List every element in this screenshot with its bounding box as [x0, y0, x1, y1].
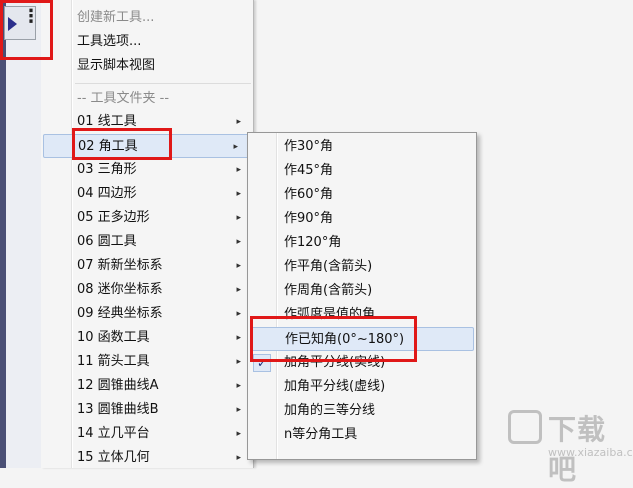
folder-label: 06 圆工具 — [77, 234, 137, 249]
folder-label: 07 新新坐标系 — [77, 258, 163, 273]
folder-label: 10 函数工具 — [77, 330, 150, 345]
folder-item[interactable]: 09 经典坐标系 ▸ — [41, 302, 253, 326]
submenu-item-label: 加角平分线(虚线) — [284, 379, 386, 394]
toolbar-edge-strip — [0, 0, 6, 468]
menu-item-label: 创建新工具... — [77, 10, 155, 25]
menu-separator — [75, 83, 251, 84]
submenu-arrow-icon: ▸ — [233, 142, 238, 152]
submenu-arrow-icon: ▸ — [236, 381, 241, 391]
submenu-arrow-icon: ▸ — [236, 117, 241, 127]
play-triangle-icon — [8, 17, 17, 31]
menu-item-show-script-view[interactable]: 显示脚本视图 — [41, 54, 253, 78]
submenu-item-label: 作平角(含箭头) — [284, 259, 373, 274]
folder-item[interactable]: 03 三角形 ▸ — [41, 158, 253, 182]
submenu-item-label: 加角平分线(实线) — [284, 355, 386, 370]
submenu-item-label: 作弧度是值的角 — [284, 307, 376, 322]
submenu-arrow-icon: ▸ — [236, 165, 241, 175]
submenu-item[interactable]: 作周角(含箭头) — [248, 279, 476, 303]
submenu-item[interactable]: 加角的三等分线 — [248, 399, 476, 423]
submenu-item[interactable]: 作120°角 — [248, 231, 476, 255]
folder-label: 05 正多边形 — [77, 210, 150, 225]
menu-item-label: 工具选项... — [77, 34, 142, 49]
angle-tools-submenu: 作30°角 作45°角 作60°角 作90°角 作120°角 作平角(含箭头) … — [247, 132, 477, 460]
submenu-item-label: 作30°角 — [284, 139, 334, 154]
folder-item[interactable]: 01 线工具 ▸ — [41, 110, 253, 134]
more-dots-icon: ⋮ — [22, 6, 40, 27]
folder-item[interactable]: 15 立体几何 ▸ — [41, 446, 253, 470]
submenu-item[interactable]: 作弧度是值的角 — [248, 303, 476, 327]
submenu-item[interactable]: 作平角(含箭头) — [248, 255, 476, 279]
folder-item[interactable]: 06 圆工具 ▸ — [41, 230, 253, 254]
submenu-item-label: 作周角(含箭头) — [284, 283, 373, 298]
submenu-arrow-icon: ▸ — [236, 309, 241, 319]
submenu-item-label: 作90°角 — [284, 211, 334, 226]
folder-label: 13 圆锥曲线B — [77, 402, 159, 417]
submenu-item[interactable]: n等分角工具 — [248, 423, 476, 447]
watermark-url: www.xiazaiba.com — [548, 446, 633, 459]
custom-tools-menu: 创建新工具... 工具选项... 显示脚本视图 -- 工具文件夹 -- 01 线… — [41, 0, 254, 468]
submenu-arrow-icon: ▸ — [236, 357, 241, 367]
left-toolbar: ⋮ — [0, 0, 42, 468]
submenu-item[interactable]: 加角平分线(虚线) — [248, 375, 476, 399]
submenu-item-label: 作已知角(0°~180°) — [285, 332, 405, 347]
submenu-item[interactable]: 作60°角 — [248, 183, 476, 207]
folder-label: 11 箭头工具 — [77, 354, 150, 369]
folder-item[interactable]: 10 函数工具 ▸ — [41, 326, 253, 350]
submenu-item[interactable]: ✓ 加角平分线(实线) — [248, 351, 476, 375]
submenu-arrow-icon: ▸ — [236, 405, 241, 415]
folder-label: 14 立几平台 — [77, 426, 150, 441]
submenu-arrow-icon: ▸ — [236, 237, 241, 247]
folder-header: -- 工具文件夹 -- — [41, 87, 253, 111]
menu-item-create-tool: 创建新工具... — [41, 6, 253, 30]
folder-label: 08 迷你坐标系 — [77, 282, 163, 297]
submenu-item[interactable]: 作30°角 — [248, 135, 476, 159]
folder-label: 12 圆锥曲线A — [77, 378, 159, 393]
folder-item[interactable]: 07 新新坐标系 ▸ — [41, 254, 253, 278]
folder-item[interactable]: 14 立几平台 ▸ — [41, 422, 253, 446]
folder-label: 01 线工具 — [77, 114, 137, 129]
folder-item-angle-tools[interactable]: 02 角工具 ▸ — [43, 134, 251, 158]
submenu-item-known-angle[interactable]: 作已知角(0°~180°) — [250, 327, 474, 351]
folder-label: 15 立体几何 — [77, 450, 150, 465]
folder-label: 03 三角形 — [77, 162, 137, 177]
submenu-item-label: 作120°角 — [284, 235, 342, 250]
submenu-item-label: 加角的三等分线 — [284, 403, 376, 418]
checkmark-icon: ✓ — [253, 354, 271, 372]
submenu-arrow-icon: ▸ — [236, 429, 241, 439]
menu-item-tool-options[interactable]: 工具选项... — [41, 30, 253, 54]
submenu-arrow-icon: ▸ — [236, 453, 241, 463]
submenu-arrow-icon: ▸ — [236, 333, 241, 343]
folder-label: 04 四边形 — [77, 186, 137, 201]
submenu-arrow-icon: ▸ — [236, 261, 241, 271]
watermark-logo-icon — [508, 410, 542, 444]
folder-item[interactable]: 11 箭头工具 ▸ — [41, 350, 253, 374]
site-watermark: 下载吧 www.xiazaiba.com — [508, 404, 633, 486]
submenu-arrow-icon: ▸ — [236, 285, 241, 295]
custom-tools-button[interactable]: ⋮ — [4, 6, 40, 40]
submenu-item-label: 作45°角 — [284, 163, 334, 178]
submenu-item-label: 作60°角 — [284, 187, 334, 202]
folder-item[interactable]: 12 圆锥曲线A ▸ — [41, 374, 253, 398]
folder-item[interactable]: 05 正多边形 ▸ — [41, 206, 253, 230]
submenu-arrow-icon: ▸ — [236, 189, 241, 199]
folder-label: 02 角工具 — [78, 139, 138, 154]
submenu-item[interactable]: 作90°角 — [248, 207, 476, 231]
folder-header-label: -- 工具文件夹 -- — [77, 91, 170, 106]
submenu-item[interactable]: 作45°角 — [248, 159, 476, 183]
folder-item[interactable]: 08 迷你坐标系 ▸ — [41, 278, 253, 302]
submenu-arrow-icon: ▸ — [236, 213, 241, 223]
folder-label: 09 经典坐标系 — [77, 306, 163, 321]
folder-item[interactable]: 04 四边形 ▸ — [41, 182, 253, 206]
folder-item[interactable]: 13 圆锥曲线B ▸ — [41, 398, 253, 422]
menu-item-label: 显示脚本视图 — [77, 58, 156, 73]
submenu-item-label: n等分角工具 — [284, 427, 358, 442]
